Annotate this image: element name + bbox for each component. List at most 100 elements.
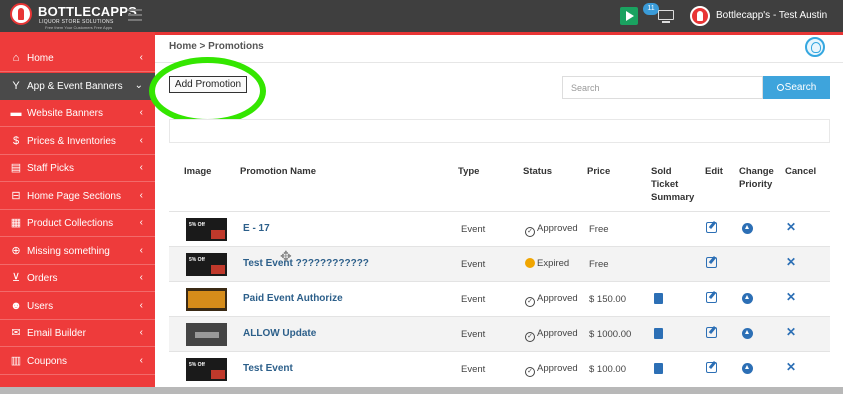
bottlecap-logo-icon (10, 3, 32, 25)
promotion-thumbnail[interactable]: 5% Off (186, 253, 227, 276)
promotion-price: $ 1000.00 (589, 329, 632, 340)
ticket-summary-icon[interactable] (654, 363, 663, 374)
sidebar-item-app-event-banners[interactable]: Y App & Event Banners ⌄ (0, 72, 155, 100)
promotion-type: Event (461, 259, 486, 270)
menu-toggle-icon[interactable] (128, 9, 142, 21)
sidebar: ⌂ Home ‹ Y App & Event Banners ⌄ ▬ Website Bann… (0, 32, 155, 394)
priority-up-icon[interactable] (742, 328, 753, 339)
edit-icon[interactable] (706, 257, 717, 268)
column-header-image: Image (184, 166, 212, 177)
promotion-name-link[interactable]: Test Event ???????????? (243, 258, 369, 269)
table-row[interactable]: 5% Off Test Event ???????????? Event Expire… (169, 246, 830, 281)
barcode-icon: ▥ (10, 354, 22, 367)
table-row[interactable]: 5% Off Test Event Event ✓ Approved $ 100.00 ✕ (169, 351, 830, 386)
monitor-icon[interactable] (656, 9, 676, 24)
promotion-thumbnail[interactable] (186, 323, 227, 346)
search-input[interactable]: Search (562, 76, 763, 99)
priority-up-icon[interactable] (742, 223, 753, 234)
sidebar-item-home-page-sections[interactable]: ⊟ Home Page Sections ‹ (0, 183, 155, 210)
ticket-summary-icon[interactable] (654, 293, 663, 304)
sidebar-item-orders[interactable]: ⊻ Orders ‹ (0, 265, 155, 292)
edit-icon[interactable] (706, 327, 717, 338)
column-header-sold-ticket-summary: Sold Ticket Summary (651, 166, 695, 203)
sidebar-item-users[interactable]: ☻ Users ‹ (0, 293, 155, 320)
promotion-type: Event (461, 364, 486, 375)
edit-icon[interactable] (706, 362, 717, 373)
promotion-thumbnail[interactable]: 5% Off (186, 358, 227, 381)
monitor-icon: ▬ (10, 107, 22, 119)
priority-up-icon[interactable] (742, 293, 753, 304)
sidebar-item-label: Missing something (27, 245, 110, 257)
filter-panel (169, 119, 830, 143)
sidebar-item-email-builder[interactable]: ✉ Email Builder ‹ (0, 320, 155, 347)
breadcrumb[interactable]: Home > Promotions (169, 41, 264, 52)
edit-icon[interactable] (706, 222, 717, 233)
sidebar-item-label: App & Event Banners (27, 80, 123, 92)
window-bottom-edge (0, 387, 843, 394)
home-icon: ⌂ (12, 52, 20, 64)
sidebar-item-label: Product Collections (27, 218, 114, 229)
status-badge: ✓ Approved (525, 363, 578, 377)
chevron-left-icon: ‹ (139, 327, 143, 338)
promotion-type: Event (461, 294, 486, 305)
table-row[interactable]: Paid Event Authorize Event ✓ Approved $ 150.… (169, 281, 830, 316)
main-content: Home > Promotions Add Promotion Search S… (149, 35, 843, 394)
table-row[interactable]: ALLOW Update Event ✓ Approved $ 1000.00 ✕ (169, 316, 830, 351)
status-label: Expired (537, 258, 570, 269)
check-circle-icon: ✓ (525, 227, 535, 237)
plus-circle-icon: ⊕ (11, 244, 21, 257)
cancel-icon[interactable]: ✕ (786, 220, 796, 234)
sidebar-item-label: Home Page Sections (27, 190, 121, 202)
sidebar-item-label: Website Banners (27, 108, 103, 119)
sidebar-item-missing-something[interactable]: ⊕ Missing something ‹ (0, 238, 155, 265)
sidebar-item-home[interactable]: ⌂ Home ‹ (0, 45, 155, 72)
cancel-icon[interactable]: ✕ (786, 255, 796, 269)
sidebar-item-label: Email Builder (27, 328, 86, 339)
search-button[interactable]: Search (763, 76, 830, 99)
chevron-left-icon: ‹ (139, 354, 143, 366)
sidebar-item-label: Users (27, 300, 54, 312)
promotion-thumbnail[interactable]: 5% Off (186, 218, 227, 241)
ticket-summary-icon[interactable] (654, 328, 663, 339)
thumbnail-text: 5% Off (189, 257, 205, 263)
help-bulb-icon[interactable] (805, 37, 825, 57)
promotion-thumbnail[interactable] (186, 288, 227, 311)
sidebar-item-label: Staff Picks (27, 163, 75, 174)
thumbnail-graphic (211, 370, 225, 379)
sidebar-item-coupons[interactable]: ▥ Coupons ‹ (0, 348, 155, 375)
edit-icon[interactable] (706, 292, 717, 303)
promotion-name-link[interactable]: E - 17 (243, 223, 270, 234)
search-icon (776, 84, 784, 91)
chevron-left-icon: ‹ (139, 189, 143, 201)
promotion-name-link[interactable]: Paid Event Authorize (243, 293, 343, 304)
cart-icon: ⊻ (11, 272, 21, 284)
promotion-price: $ 150.00 (589, 294, 626, 305)
sidebar-item-website-banners[interactable]: ▬ Website Banners ‹ (0, 100, 155, 127)
sidebar-item-prices-inventories[interactable]: $ Prices & Inventories ‹ (0, 128, 155, 155)
check-circle-icon: ✓ (525, 367, 535, 377)
promotion-name-link[interactable]: ALLOW Update (243, 328, 316, 339)
sidebar-item-label: Orders (27, 273, 58, 284)
user-name[interactable]: Bottlecapp's - Test Austin (716, 10, 827, 21)
users-icon: ☻ (10, 299, 22, 312)
user-avatar[interactable] (690, 6, 710, 26)
sidebar-item-label: Home (27, 53, 54, 64)
priority-up-icon[interactable] (742, 363, 753, 374)
promotion-name-link[interactable]: Test Event (243, 363, 293, 374)
play-store-icon[interactable] (620, 7, 638, 25)
column-header-promotion-name: Promotion Name (240, 166, 317, 177)
sidebar-item-product-collections[interactable]: ▦ Product Collections ‹ (0, 210, 155, 237)
cancel-icon[interactable]: ✕ (786, 290, 796, 304)
status-badge: ✓ Approved (525, 293, 578, 307)
sidebar-item-label: Prices & Inventories (27, 135, 116, 147)
sidebar-item-staff-picks[interactable]: ▤ Staff Picks ‹ (0, 155, 155, 182)
thumbnail-text: 5% Off (189, 222, 205, 228)
logo-tagline: Free them Your Customers Free Apps (45, 25, 113, 30)
status-label: Approved (537, 293, 578, 304)
thumbnail-text: 5% Off (189, 362, 205, 368)
layout-icon: ⊟ (11, 189, 21, 202)
search-button-label: Search (784, 82, 817, 93)
table-row[interactable]: 5% Off E - 17 Event ✓ Approved Free ✕ (169, 211, 830, 246)
cancel-icon[interactable]: ✕ (786, 325, 796, 339)
cancel-icon[interactable]: ✕ (786, 360, 796, 374)
